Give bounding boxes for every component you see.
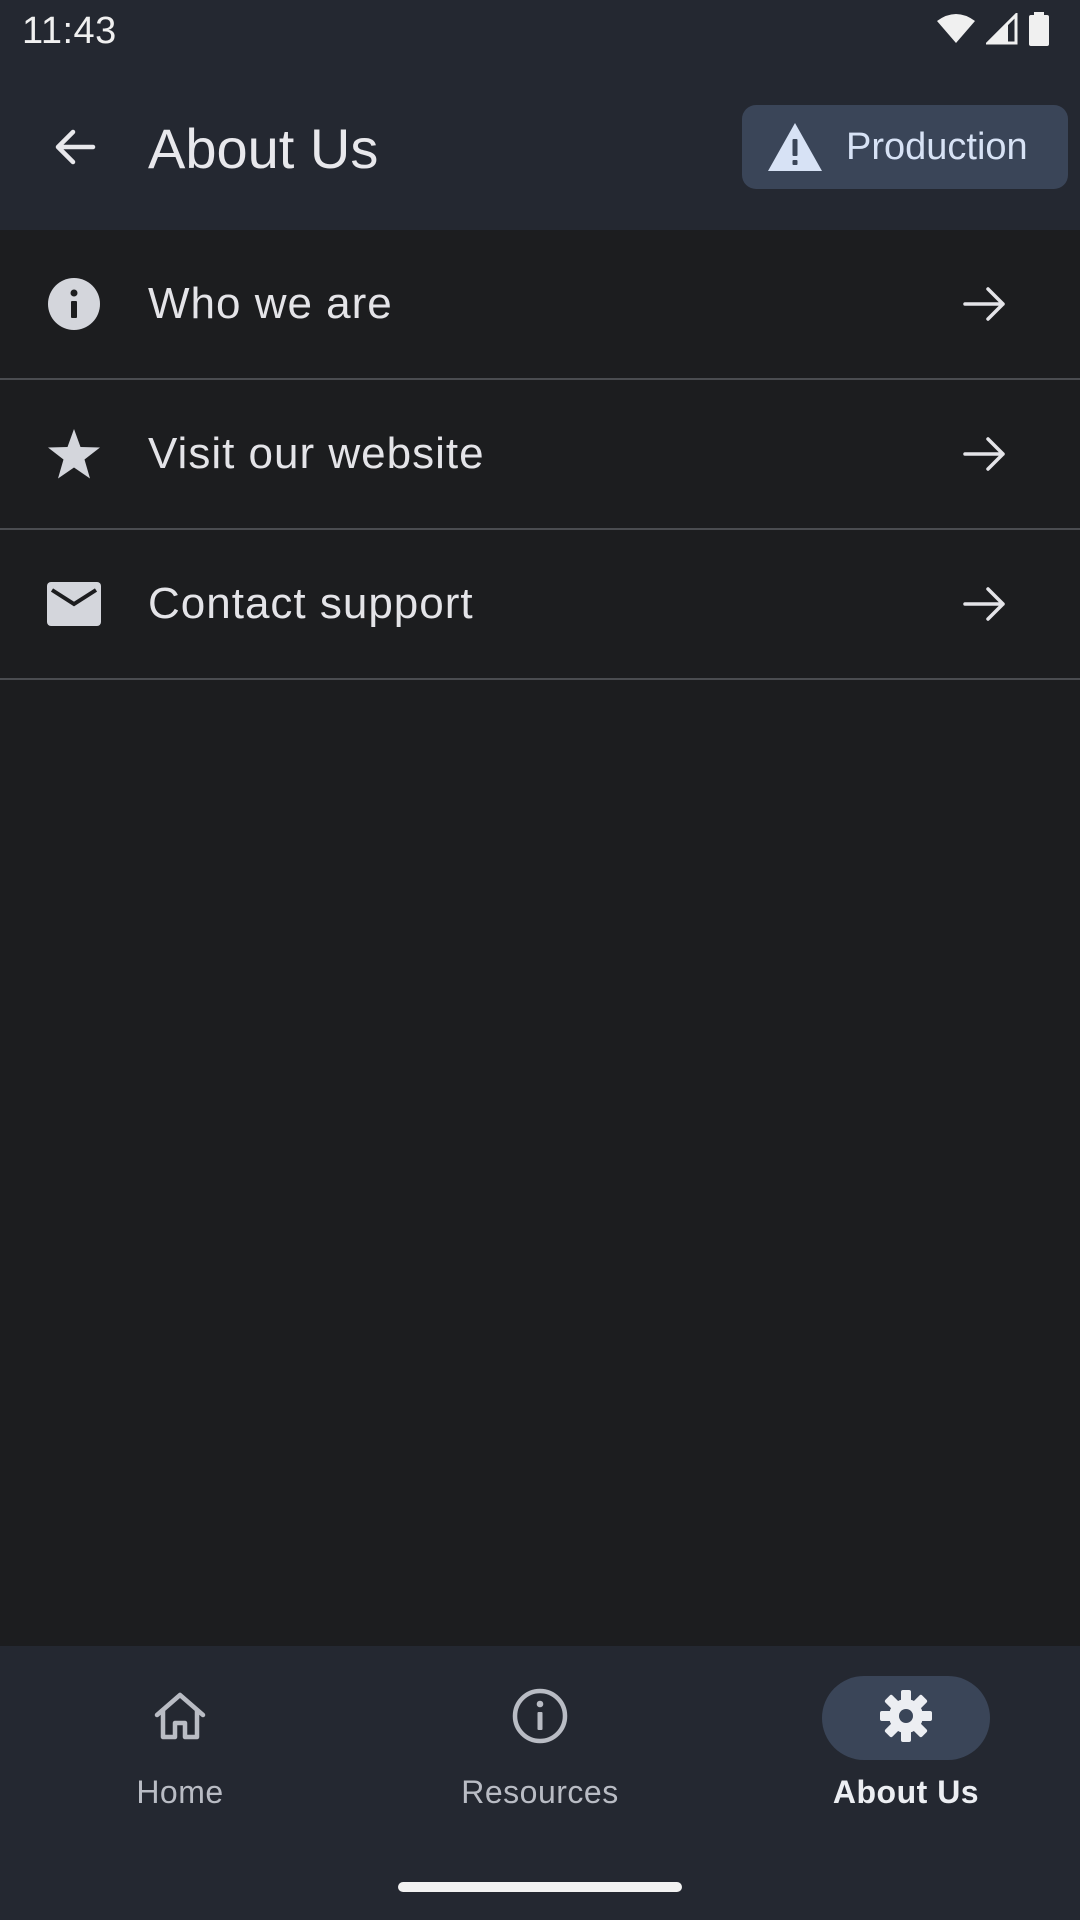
nav-item-resources[interactable]: Resources [360, 1676, 720, 1836]
mail-icon [44, 574, 104, 634]
status-bar: 11:43 [0, 0, 1080, 64]
arrow-back-icon [51, 123, 99, 176]
app-bar: About Us Production [0, 64, 1080, 230]
star-icon [44, 424, 104, 484]
nav-label: Home [136, 1774, 224, 1810]
nav-pill [96, 1676, 264, 1760]
bottom-navigation: Home Resources About Us [0, 1646, 1080, 1920]
page-title: About Us [148, 117, 379, 180]
warning-icon [766, 121, 824, 173]
arrow-forward-icon [958, 577, 1012, 631]
gear-icon [879, 1689, 933, 1748]
arrow-forward-icon [958, 427, 1012, 481]
list-item-label: Contact support [148, 579, 474, 628]
home-indicator[interactable] [398, 1882, 682, 1892]
cell-signal-icon [984, 11, 1018, 50]
list-item-visit-website[interactable]: Visit our website [0, 380, 1080, 530]
about-list: Who we are Visit our website Contact sup… [0, 230, 1080, 680]
info-outline-icon [512, 1688, 568, 1749]
wifi-icon [936, 13, 976, 50]
arrow-forward-icon [958, 277, 1012, 331]
list-item-who-we-are[interactable]: Who we are [0, 230, 1080, 380]
status-time: 11:43 [22, 10, 117, 52]
nav-item-about-us[interactable]: About Us [726, 1676, 1080, 1836]
nav-pill-active [822, 1676, 990, 1760]
nav-label: Resources [461, 1774, 619, 1810]
nav-label: About Us [832, 1774, 980, 1810]
status-icons [936, 11, 1050, 51]
environment-label: Production [846, 125, 1028, 168]
back-button[interactable] [40, 114, 110, 184]
nav-item-home[interactable]: Home [0, 1676, 360, 1836]
battery-icon [1028, 12, 1050, 51]
info-icon [44, 274, 104, 334]
list-item-label: Visit our website [148, 429, 485, 478]
environment-chip[interactable]: Production [742, 105, 1068, 189]
list-item-label: Who we are [148, 279, 393, 328]
list-item-contact-support[interactable]: Contact support [0, 530, 1080, 680]
home-icon [153, 1691, 207, 1746]
nav-pill [456, 1676, 624, 1760]
